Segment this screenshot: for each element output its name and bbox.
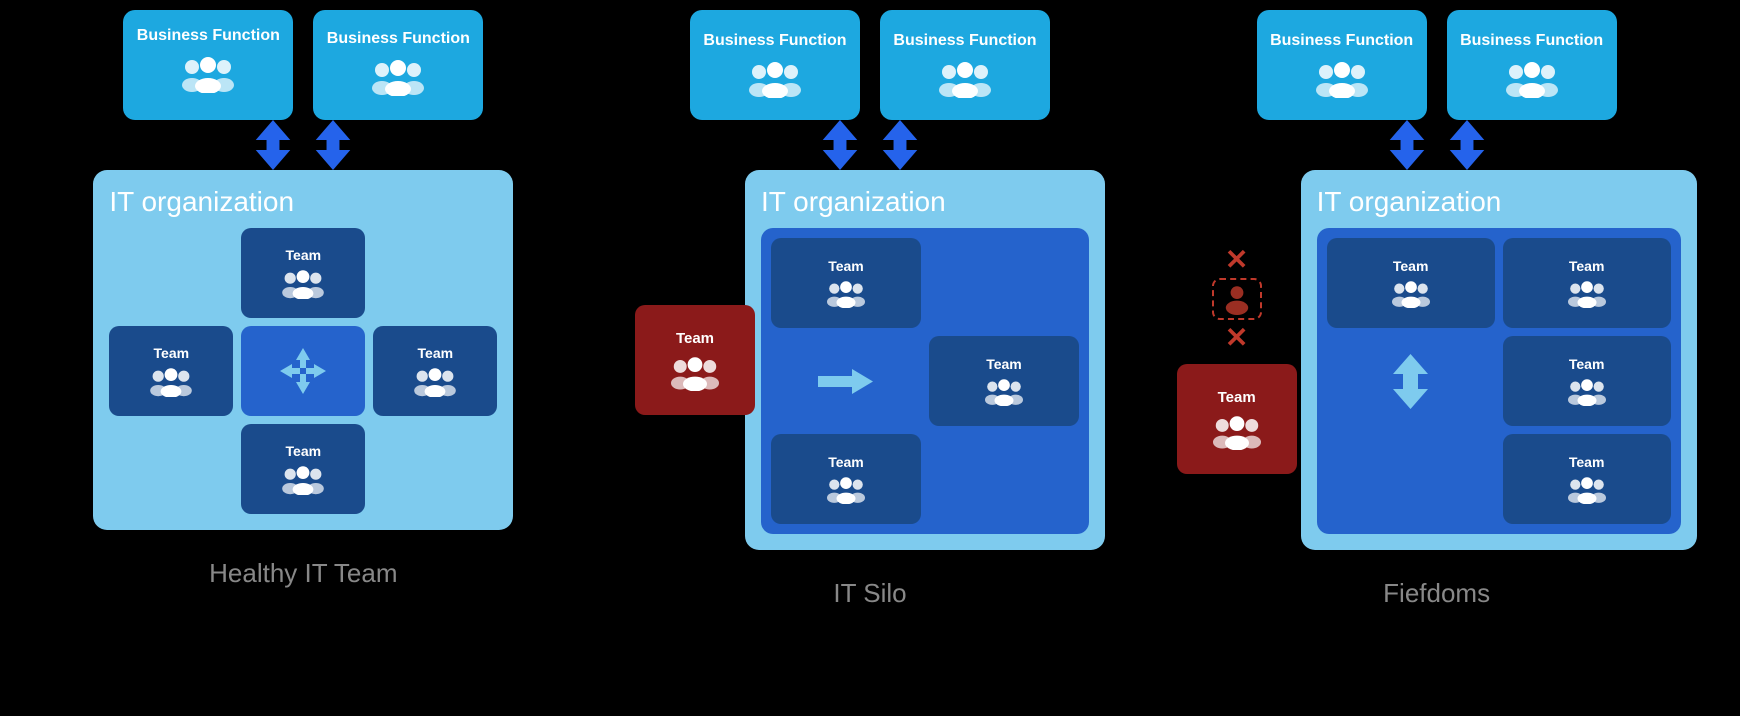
fiefdom-it-org: IT organization Team Team — [1301, 170, 1697, 550]
healthy-team-right-label: Team — [418, 345, 454, 361]
silo-top-boxes: Business Function Business Function — [690, 10, 1050, 120]
fiefdom-team-tl-label: Team — [1393, 258, 1429, 274]
fiefdom-team-top-right: Team — [1503, 238, 1671, 328]
healthy-team-top-label: Team — [286, 247, 322, 263]
healthy-it-org: IT organization Team Team — [93, 170, 513, 530]
fiefdom-break-icons: ✕ ✕ — [1212, 246, 1262, 352]
silo-it-org: IT organization Team — [745, 170, 1105, 550]
fiefdom-caption: Fiefdoms — [1383, 578, 1490, 609]
healthy-it-org-label: IT organization — [109, 186, 497, 218]
fiefdom-arrow-2 — [1447, 120, 1487, 170]
fiefdom-biz-box-2: Business Function — [1447, 10, 1617, 120]
fiefdom-left-col: ✕ ✕ Team — [1177, 246, 1297, 474]
silo-team-b-label: Team — [828, 454, 864, 470]
healthy-top-boxes: Business Function Business Function — [123, 10, 483, 120]
healthy-arrows-down — [253, 120, 353, 170]
silo-team-tl-label: Team — [828, 258, 864, 274]
silo-it-org-label: IT organization — [761, 186, 1089, 218]
fiefdom-biz-label-1: Business Function — [1270, 32, 1413, 50]
silo-team-bottom: Team — [771, 434, 921, 524]
fiefdom-team-bottom-right: Team — [1503, 434, 1671, 524]
fiefdom-top-boxes: Business Function Business Function — [1257, 10, 1617, 120]
fiefdom-team-mr-label: Team — [1569, 356, 1605, 372]
fiefdom-it-org-label: IT organization — [1317, 186, 1681, 218]
arrow-down-1 — [253, 120, 293, 170]
fiefdom-arrow-updown — [1327, 336, 1495, 426]
silo-biz-box-1: Business Function — [690, 10, 860, 120]
arrow-down-2 — [313, 120, 353, 170]
main-container: Business Function Business Function — [0, 0, 1740, 609]
silo-external-label: Team — [676, 330, 714, 347]
fiefdom-biz-box-1: Business Function — [1257, 10, 1427, 120]
cross-icon-bottom: ✕ — [1225, 324, 1248, 352]
people-icon-1 — [182, 53, 234, 103]
biz-box-2: Business Function — [313, 10, 483, 120]
silo-arrow-1 — [820, 120, 860, 170]
silo-caption: IT Silo — [833, 578, 906, 609]
healthy-center — [241, 326, 365, 416]
silo-external-team: Team — [635, 305, 755, 415]
fiefdom-team-tr-label: Team — [1569, 258, 1605, 274]
dashed-person-icon — [1212, 278, 1262, 320]
diagram-healthy: Business Function Business Function — [23, 10, 583, 589]
diagram-fiefdoms: Business Function Business Function — [1157, 10, 1717, 609]
biz-label-1: Business Function — [137, 27, 280, 45]
silo-arrow-2 — [880, 120, 920, 170]
biz-box-1: Business Function — [123, 10, 293, 120]
fiefdom-team-top-left: Team — [1327, 238, 1495, 328]
healthy-team-left-label: Team — [154, 345, 190, 361]
healthy-team-left: Team — [109, 326, 233, 416]
healthy-team-top: Team — [241, 228, 365, 318]
silo-team-top-left: Team — [771, 238, 921, 328]
silo-biz-label-2: Business Function — [893, 32, 1036, 50]
fiefdom-org-wrapper: ✕ ✕ Team IT organization — [1177, 170, 1697, 550]
silo-team-mid-right: Team — [929, 336, 1079, 426]
diagram-silo: Business Function Business Function — [590, 10, 1150, 609]
healthy-team-right: Team — [373, 326, 497, 416]
people-icon-2 — [372, 56, 424, 101]
silo-arrows-down — [820, 120, 920, 170]
healthy-team-bottom-label: Team — [286, 443, 322, 459]
fiefdom-team-mid-right: Team — [1503, 336, 1671, 426]
fiefdom-arrow-1 — [1387, 120, 1427, 170]
fiefdom-external-team: Team — [1177, 364, 1297, 474]
healthy-caption: Healthy IT Team — [209, 558, 397, 589]
fiefdom-external-label: Team — [1218, 389, 1256, 406]
silo-biz-box-2: Business Function — [880, 10, 1050, 120]
silo-team-mr-label: Team — [986, 356, 1022, 372]
silo-org-wrapper: Team IT organization Team — [635, 170, 1105, 550]
fiefdom-arrows-down — [1387, 120, 1487, 170]
silo-biz-label-1: Business Function — [703, 32, 846, 50]
biz-label-2: Business Function — [327, 30, 470, 48]
silo-arrow-right — [771, 336, 921, 426]
healthy-team-bottom: Team — [241, 424, 365, 514]
fiefdom-team-br-label: Team — [1569, 454, 1605, 470]
fiefdom-biz-label-2: Business Function — [1460, 32, 1603, 50]
cross-icon-top: ✕ — [1225, 246, 1248, 274]
